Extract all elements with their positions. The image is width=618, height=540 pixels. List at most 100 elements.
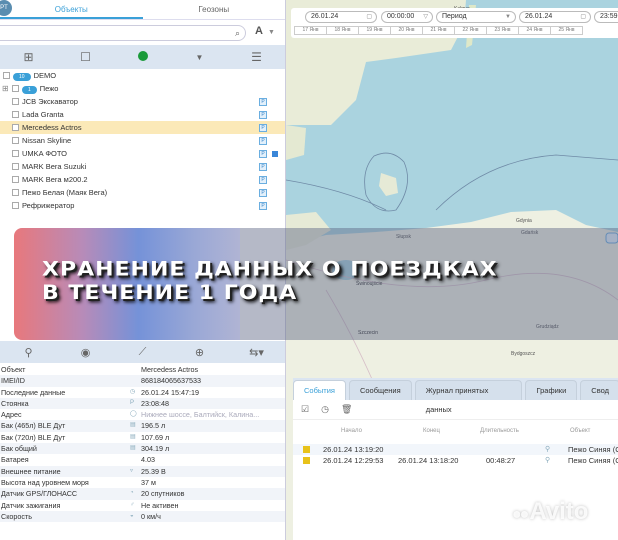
upload-circle-icon[interactable]: ⊕	[171, 346, 228, 359]
chevron-down-icon[interactable]: ▼	[505, 12, 511, 22]
day-button[interactable]: 17 Янв	[294, 26, 327, 35]
tree-item[interactable]: 10 DEMO	[0, 69, 285, 82]
day-button[interactable]: 21 Янв	[422, 26, 455, 35]
chart-icon[interactable]: ⟋	[114, 346, 171, 359]
tree-item[interactable]: ⊞ 1 Пежо	[0, 82, 285, 95]
location-icon[interactable]: ⚲	[545, 455, 550, 466]
search-input[interactable]: ⌕	[0, 25, 246, 41]
calendar-icon[interactable]: ▢	[366, 12, 372, 22]
tree-item[interactable]: MARK Bera м200.2 P	[0, 173, 285, 186]
location-icon[interactable]: ⚲	[545, 444, 550, 455]
item-checkbox[interactable]	[12, 150, 19, 157]
date-range-bar: 26.01.24 ▢ 00:00:00 ▽ Период ▼ 26.01.24 ▢ 23…	[291, 8, 618, 38]
parking-icon: P	[259, 163, 267, 171]
tree-item[interactable]: Mercedess Actros P	[0, 121, 285, 134]
info-row: Датчик зажигания ♂ Не активен	[0, 500, 285, 511]
event-row[interactable]: 26.01.24 13:19:20 ⚲ Пежо Синяя (Са	[293, 444, 618, 455]
item-label: Пежо Белая (Маяк Вега)	[22, 188, 108, 197]
day-button[interactable]: 24 Янв	[518, 26, 551, 35]
checkbox-icon[interactable]: ☑	[301, 404, 309, 415]
trash-icon[interactable]: 🗑	[341, 404, 352, 415]
select-all-checkbox[interactable]: ☐	[57, 50, 114, 64]
tab-events-0[interactable]: События	[293, 380, 346, 400]
from-time-value: 00:00:00	[387, 13, 415, 20]
info-value: 868184065637533	[141, 376, 201, 386]
info-row: Внешнее питание ▿ 25.39 В	[0, 465, 285, 477]
list-view-icon[interactable]: ☰	[228, 50, 285, 64]
calendar-icon[interactable]: ▢	[580, 12, 586, 22]
item-checkbox[interactable]	[12, 98, 19, 105]
filter-dropdown-icon[interactable]: ▼	[171, 53, 228, 62]
item-checkbox[interactable]	[12, 163, 19, 170]
info-row-icon: ◒	[130, 512, 134, 519]
tab-events-1[interactable]: Сообщения	[348, 380, 412, 400]
item-checkbox[interactable]	[3, 72, 10, 79]
tree-item[interactable]: MARK Bera Suzuki P	[0, 160, 285, 173]
events-table-body: 26.01.24 13:19:20⚲Пежо Синяя (Са26.01.24…	[293, 444, 618, 466]
parking-icon: P	[259, 202, 267, 210]
chevron-down-icon[interactable]: ▽	[423, 12, 428, 22]
clock-icon[interactable]: ◷	[321, 404, 329, 415]
eye-icon[interactable]: ◉	[57, 346, 114, 359]
tree-item[interactable]: Lada Granta P	[0, 108, 285, 121]
info-key: Батарея	[1, 455, 29, 465]
day-button[interactable]: 18 Янв	[326, 26, 359, 35]
period-select[interactable]: Период ▼	[436, 11, 516, 23]
item-checkbox[interactable]	[12, 111, 19, 118]
day-button[interactable]: 23 Янв	[486, 26, 519, 35]
events-tabs: События Сообщения Журнал принятых данных Гр…	[293, 378, 618, 414]
item-checkbox[interactable]	[12, 137, 19, 144]
tab-objects[interactable]: Объекты	[0, 0, 143, 19]
info-key: Бак (720л) BLE Дут	[1, 432, 66, 442]
parking-icon: P	[259, 176, 267, 184]
col-start: Начало	[341, 428, 362, 434]
item-label: MARK Bera м200.2	[22, 175, 88, 184]
item-checkbox[interactable]	[12, 85, 19, 92]
tree-item[interactable]: JCB Экскаватор P	[0, 95, 285, 108]
search-icon[interactable]: ⌕	[235, 28, 240, 39]
tab-geozones[interactable]: Геозоны	[143, 0, 286, 19]
expand-icon[interactable]: ⊞	[2, 82, 9, 95]
item-label: Mercedess Actros	[22, 123, 82, 132]
item-checkbox[interactable]	[12, 202, 19, 209]
sort-button[interactable]: A ▼	[255, 25, 275, 37]
parking-icon: P	[259, 111, 267, 119]
info-key: IMEI/ID	[1, 376, 25, 386]
tree-item[interactable]: Nissan Skyline P	[0, 134, 285, 147]
from-time-input[interactable]: 00:00:00 ▽	[381, 11, 433, 23]
land-sweden-south	[286, 125, 306, 160]
banner-line-2: В ТЕЧЕНИЕ 1 ГОДА	[42, 282, 298, 305]
tab-events-4[interactable]: Свод	[580, 380, 618, 400]
location-pin-icon[interactable]: ⚲	[0, 346, 57, 359]
day-button[interactable]: 20 Янв	[390, 26, 423, 35]
to-time-input[interactable]: 23:59	[594, 11, 618, 23]
parking-icon: P	[259, 124, 267, 132]
tree-item[interactable]: Рефрижератор P	[0, 199, 285, 212]
item-checkbox[interactable]	[12, 189, 19, 196]
tab-events-2[interactable]: Журнал принятых данных	[414, 380, 523, 414]
info-row: Высота над уровнем моря 37 м	[0, 477, 285, 488]
item-checkbox[interactable]	[12, 124, 19, 131]
event-end: 26.01.24 13:18:20	[398, 456, 459, 465]
info-key: Адрес	[1, 410, 22, 420]
tree-item[interactable]: Пежо Белая (Маяк Вега) P	[0, 186, 285, 199]
day-button[interactable]: 19 Янв	[358, 26, 391, 35]
info-key: Последние данные	[1, 387, 66, 397]
info-row: Объект Mercedess Actros	[0, 364, 285, 375]
tab-events-3[interactable]: Графики	[525, 380, 578, 400]
day-button[interactable]: 25 Янв	[550, 26, 583, 35]
info-key: Датчик зажигания	[1, 500, 61, 510]
expand-all-icon[interactable]: ⊞	[0, 50, 57, 64]
info-row-icon: ▤	[130, 433, 136, 440]
status-filter-button[interactable]	[114, 50, 171, 64]
info-row-icon: ◯	[130, 411, 137, 418]
day-button[interactable]: 22 Янв	[454, 26, 487, 35]
to-date-input[interactable]: 26.01.24 ▢	[519, 11, 591, 23]
info-value: Mercedess Actros	[141, 365, 199, 374]
route-settings-icon[interactable]: ⇆▾	[228, 346, 285, 359]
tree-item[interactable]: UMKA ФОТО P	[0, 147, 285, 160]
item-checkbox[interactable]	[12, 176, 19, 183]
banner-line-1: ХРАНЕНИЕ ДАННЫХ О ПОЕЗДКАХ	[42, 258, 498, 282]
from-date-input[interactable]: 26.01.24 ▢	[305, 11, 377, 23]
event-row[interactable]: 26.01.24 12:29:53 26.01.24 13:18:20 00:48:…	[293, 455, 618, 466]
